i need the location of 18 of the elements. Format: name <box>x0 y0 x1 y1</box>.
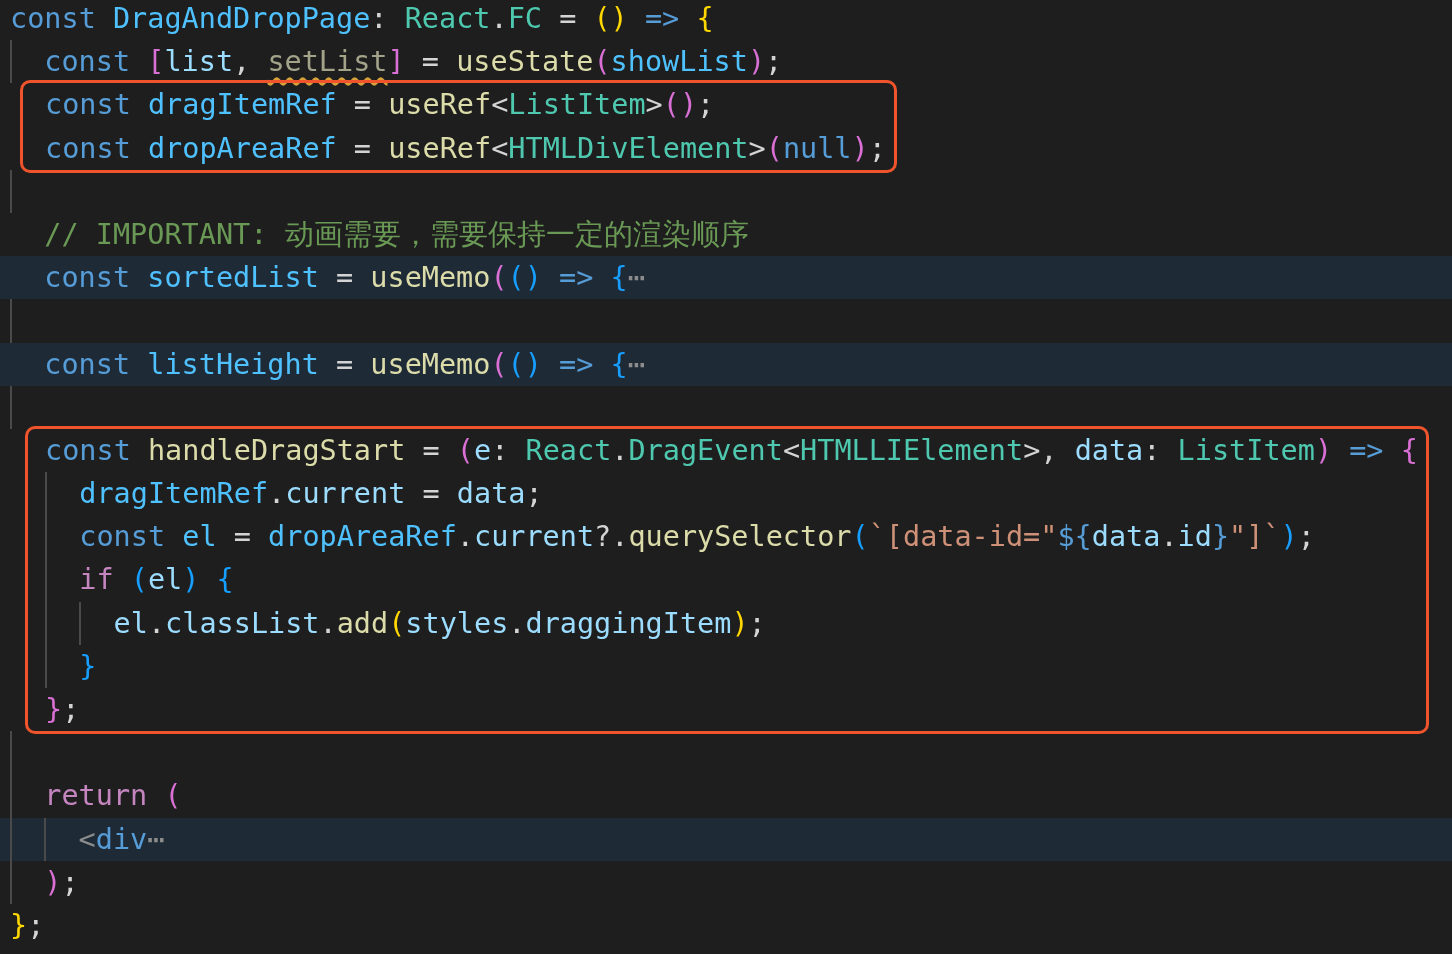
code-line: }; <box>45 692 80 728</box>
code-line: const listHeight = useMemo(() => {⋯ <box>44 346 645 383</box>
code-line: const dropAreaRef = useRef<HTMLDivElement>(null); <box>45 130 886 167</box>
code-line: const DragAndDropPage: React.FC = () => { <box>10 1 714 37</box>
code-line: } <box>79 648 97 685</box>
code-line: const sortedList = useMemo(() => {⋯ <box>44 260 645 297</box>
code-line: return ( <box>44 778 182 815</box>
code-line: }; <box>10 907 45 944</box>
code-line: const handleDragStart = (e: React.DragEvent<HTMLLIElement>, data: ListItem) => { <box>45 432 1418 469</box>
code-line: el.classList.add(styles.draggingItem); <box>113 605 766 642</box>
code-line: <div⋯ <box>78 821 165 858</box>
code-line: dragItemRef.current = data; <box>79 476 543 513</box>
code-line: ); <box>44 864 79 901</box>
code-line: // IMPORTANT: 动画需要，需要保持一定的渲染顺序 <box>44 216 749 253</box>
code-line: const dragItemRef = useRef<ListItem>(); <box>45 87 715 124</box>
code-line: const el = dropAreaRef.current?.querySelector(`[data-id="${data.id}"]`); <box>79 519 1315 556</box>
code-line: if (el) { <box>79 562 234 599</box>
code-line: const [list, setList] = useState(showList); <box>44 44 783 81</box>
